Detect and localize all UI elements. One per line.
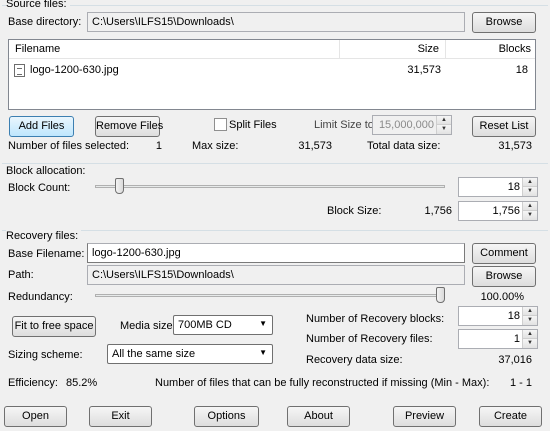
column-header-blocks[interactable]: Blocks — [446, 40, 535, 59]
comment-button[interactable]: Comment — [472, 243, 536, 264]
media-size-label: Media size: — [120, 320, 176, 332]
recovery-files-value: 1 — [513, 333, 520, 345]
options-button[interactable]: Options — [194, 406, 259, 427]
redundancy-value: 100.00% — [480, 291, 524, 303]
file-size: 31,573 — [407, 64, 441, 76]
recovery-data-size-value: 37,016 — [498, 354, 532, 366]
limit-size-label: Limit Size to: — [314, 119, 377, 131]
file-list[interactable]: Filename Size Blocks logo-1200-630.jpg 3… — [8, 39, 536, 110]
limit-size-spinner[interactable]: 15,000,000 ▲ ▼ — [372, 115, 452, 135]
block-size-spinner[interactable]: 1,756 ▲ ▼ — [458, 201, 538, 221]
files-selected-value: 1 — [155, 140, 162, 152]
recovery-blocks-label: Number of Recovery blocks: — [306, 313, 445, 325]
recovery-data-size-label: Recovery data size: — [306, 354, 403, 366]
redundancy-label: Redundancy: — [8, 291, 73, 303]
recovery-files-count-label: Number of Recovery files: — [306, 333, 433, 345]
spin-down-icon[interactable]: ▼ — [523, 339, 537, 348]
spin-up-icon[interactable]: ▲ — [523, 330, 537, 339]
base-directory-field[interactable]: C:\Users\ILFS15\Downloads\ — [87, 12, 465, 32]
redundancy-slider-track[interactable] — [95, 294, 445, 297]
block-size-value: 1,756 — [492, 205, 520, 217]
sizing-scheme-select[interactable]: All the same size ▼ — [107, 344, 273, 364]
create-button[interactable]: Create — [479, 406, 542, 427]
files-selected-label: Number of files selected: — [8, 140, 130, 152]
table-row[interactable]: logo-1200-630.jpg 31,573 18 — [9, 62, 535, 80]
recovery-files-group — [2, 230, 548, 231]
reset-list-button[interactable]: Reset List — [472, 116, 536, 137]
fit-to-free-space-button[interactable]: Fit to free space — [12, 316, 96, 337]
source-files-group — [2, 5, 548, 6]
efficiency-label: Efficiency: — [8, 377, 58, 389]
recovery-files-spinner[interactable]: 1 ▲ ▼ — [458, 329, 538, 349]
recovery-browse-button[interactable]: Browse — [472, 266, 536, 287]
max-size-label: Max size: — [192, 140, 239, 152]
recovery-blocks-value: 18 — [507, 310, 520, 322]
media-size-value: 700MB CD — [178, 319, 232, 331]
add-files-button[interactable]: Add Files — [9, 116, 74, 137]
base-filename-input[interactable]: logo-1200-630.jpg — [87, 243, 465, 263]
block-size-label: Block Size: — [327, 205, 382, 217]
open-button[interactable]: Open — [4, 406, 67, 427]
file-blocks: 18 — [515, 64, 528, 76]
remove-files-button[interactable]: Remove Files — [95, 116, 163, 137]
reconstruct-label: Number of files that can be fully recons… — [155, 377, 490, 389]
path-field[interactable]: C:\Users\ILFS15\Downloads\ — [87, 265, 465, 285]
sizing-scheme-label: Sizing scheme: — [8, 349, 83, 361]
efficiency-value: 85.2% — [66, 377, 98, 389]
total-data-size-value: 31,573 — [498, 140, 532, 152]
split-files-checkbox[interactable] — [214, 118, 227, 131]
column-header-filename[interactable]: Filename — [9, 40, 340, 59]
spin-down-icon[interactable]: ▼ — [523, 211, 537, 220]
block-count-slider-thumb[interactable] — [115, 178, 125, 194]
max-size-value: 31,573 — [298, 140, 332, 152]
chevron-down-icon: ▼ — [259, 319, 267, 328]
base-filename-label: Base Filename: — [8, 248, 85, 260]
media-size-select[interactable]: 700MB CD ▼ — [173, 315, 273, 335]
base-directory-label: Base directory: — [8, 16, 82, 28]
spin-down-icon[interactable]: ▼ — [523, 187, 537, 196]
block-allocation-group — [2, 163, 548, 164]
block-count-spinner[interactable]: 18 ▲ ▼ — [458, 177, 538, 197]
recovery-blocks-spinner[interactable]: 18 ▲ ▼ — [458, 306, 538, 326]
column-header-size[interactable]: Size — [340, 40, 446, 59]
split-files-label: Split Files — [229, 119, 277, 131]
file-name: logo-1200-630.jpg — [30, 64, 119, 76]
limit-size-value: 15,000,000 — [378, 119, 434, 131]
path-label: Path: — [8, 269, 34, 281]
redundancy-slider-thumb[interactable] — [436, 287, 445, 303]
spin-up-icon[interactable]: ▲ — [437, 116, 451, 125]
block-count-value: 18 — [507, 181, 520, 193]
preview-button[interactable]: Preview — [393, 406, 456, 427]
spin-down-icon[interactable]: ▼ — [437, 125, 451, 134]
spin-up-icon[interactable]: ▲ — [523, 178, 537, 187]
spin-up-icon[interactable]: ▲ — [523, 307, 537, 316]
exit-button[interactable]: Exit — [89, 406, 152, 427]
source-files-label: Source files: — [6, 0, 70, 10]
sizing-scheme-value: All the same size — [112, 348, 196, 360]
block-count-slider-track[interactable] — [95, 185, 445, 188]
spin-up-icon[interactable]: ▲ — [523, 202, 537, 211]
total-data-size-label: Total data size: — [367, 140, 441, 152]
chevron-down-icon: ▼ — [259, 348, 267, 357]
about-button[interactable]: About — [287, 406, 350, 427]
spin-down-icon[interactable]: ▼ — [523, 316, 537, 325]
block-allocation-label: Block allocation: — [6, 165, 89, 177]
recovery-files-label: Recovery files: — [6, 230, 82, 242]
source-browse-button[interactable]: Browse — [472, 12, 536, 33]
block-size-display: 1,756 — [424, 205, 452, 217]
reconstruct-value: 1 - 1 — [509, 377, 532, 389]
file-icon — [14, 64, 25, 77]
block-count-label: Block Count: — [8, 182, 71, 194]
